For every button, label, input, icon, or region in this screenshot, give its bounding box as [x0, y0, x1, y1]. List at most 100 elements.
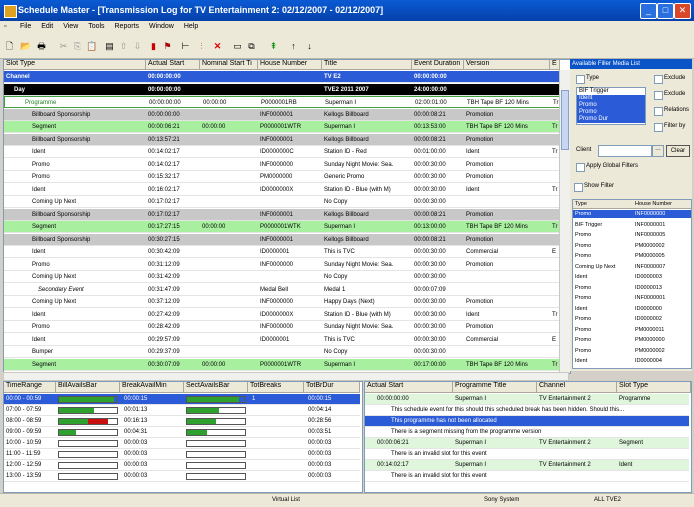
filler-row[interactable]: BIF Trigger INF0000001: [573, 221, 691, 229]
schedule-row[interactable]: Day 00:00:00:00 TVE2 2011 2007 24:00:00:00: [4, 83, 564, 96]
break-row[interactable]: 13:00 - 13:59 00:00:03 00:00:03: [4, 471, 360, 482]
arrow-down-icon[interactable]: ↓: [304, 41, 315, 52]
break-row[interactable]: 10:00 - 10:59 00:00:03 00:00:03: [4, 438, 360, 449]
cut-icon[interactable]: ✂: [58, 41, 69, 52]
break-col[interactable]: BillAvailsBar: [56, 382, 120, 393]
schedule-row[interactable]: Secondary Event 00:31:47:09 Medal Bell Meda…: [4, 284, 564, 296]
break-col[interactable]: TotBreaks: [248, 382, 304, 393]
schedule-row[interactable]: Ident 00:30:42:09 ID0000001 This is TVC 00:0…: [4, 246, 564, 258]
move-up-icon[interactable]: ⇧: [118, 41, 129, 52]
break-row[interactable]: 08:00 - 08:59 00:16:13 00:28:56: [4, 416, 360, 427]
break-col[interactable]: BreakAvailMin: [120, 382, 184, 393]
col-actual-start[interactable]: Actual Start: [146, 60, 200, 70]
menu-edit[interactable]: Edit: [37, 21, 57, 32]
schedule-row[interactable]: Bumper 00:29:37:09 No Copy 00:00:30:00: [4, 346, 564, 358]
validation-col[interactable]: Slot Type: [617, 382, 691, 393]
menu-window[interactable]: Window: [145, 21, 178, 32]
schedule-row[interactable]: Segment 00:30:07:09 00:00:00 P0000001WTR Sup…: [4, 358, 564, 371]
validation-row[interactable]: 00:00:00:00 Superman I TV Entertainment 2 P…: [365, 394, 689, 405]
col-title[interactable]: Title: [322, 60, 412, 70]
filler-row[interactable]: Ident ID0000003: [573, 273, 691, 281]
filler-row[interactable]: Promo PM0000002: [573, 242, 691, 250]
scroll-thumb[interactable]: [561, 90, 569, 150]
filler-col-house[interactable]: House Number: [633, 200, 691, 209]
break-col[interactable]: SectAvailsBar: [184, 382, 248, 393]
validation-row[interactable]: 00:00:06:21 Superman I TV Entertainment 2 S…: [365, 438, 689, 449]
validation-row[interactable]: There is an invalid slot for this event: [365, 449, 689, 460]
new-icon[interactable]: 🗋: [4, 41, 15, 52]
filler-row[interactable]: Promo INF0000005: [573, 231, 691, 239]
type-item[interactable]: BIF Trigger: [577, 88, 645, 95]
schedule-row[interactable]: Ident 00:27:42:09 ID0000000X Station ID - B…: [4, 309, 564, 321]
menu-help[interactable]: Help: [180, 21, 202, 32]
col-e[interactable]: E: [550, 60, 560, 70]
schedule-row[interactable]: Promo 00:15:32:17 PM0000000 Generic Promo 00…: [4, 171, 564, 183]
menu-reports[interactable]: Reports: [111, 21, 144, 32]
schedule-row[interactable]: Segment 00:00:06:21 00:00:00 P0000001WTR Sup…: [4, 121, 564, 133]
menu-view[interactable]: View: [59, 21, 82, 32]
type-item[interactable]: Ident: [577, 95, 645, 102]
type-item[interactable]: Promo Dur: [577, 116, 645, 123]
menu-tools[interactable]: Tools: [84, 21, 108, 32]
grid-vertical-scrollbar[interactable]: [559, 70, 570, 373]
filler-row[interactable]: Promo PM0000002: [573, 347, 691, 355]
schedule-row[interactable]: Ident 00:14:02:17 ID0000000C Station ID - R…: [4, 146, 564, 158]
client-lookup-button[interactable]: …: [652, 145, 664, 157]
filler-row[interactable]: Promo INF0000001: [573, 294, 691, 302]
schedule-row[interactable]: Billboard Sponsorship 00:13:57:21 INF00000…: [4, 133, 564, 146]
type-item[interactable]: Promo: [577, 102, 645, 109]
schedule-row[interactable]: Billboard Sponsorship 00:17:02:17 INF00000…: [4, 208, 564, 221]
show-filter-checkbox[interactable]: [574, 183, 583, 192]
validation-row[interactable]: This programme has not been allocated: [365, 416, 689, 427]
filler-row[interactable]: Promo ID0000013: [573, 284, 691, 292]
filler-row[interactable]: Ident ID0000004: [573, 357, 691, 365]
filter-icon[interactable]: ⫶: [196, 41, 207, 52]
print-icon[interactable]: 🖶: [36, 41, 47, 52]
minimize-button[interactable]: _: [640, 3, 657, 19]
col-event-duration[interactable]: Event Duration: [412, 60, 464, 70]
bookmark-icon[interactable]: ▮: [148, 41, 159, 52]
validation-row[interactable]: 00:14:02:17 Superman I TV Entertainment 2 I…: [365, 460, 689, 471]
break-col[interactable]: TimeRange: [4, 382, 56, 393]
schedule-row[interactable]: Channel 00:00:00:00 TV E2 00:00:00:00: [4, 71, 564, 83]
type-item[interactable]: Promo: [577, 109, 645, 116]
break-row[interactable]: 09:00 - 09:59 00:04:31 00:03:51: [4, 427, 360, 438]
insert-icon[interactable]: ▤: [104, 41, 115, 52]
close-button[interactable]: ✕: [674, 3, 691, 19]
validation-col[interactable]: Actual Start: [365, 382, 453, 393]
validation-row[interactable]: There is a segment missing from the prog…: [365, 427, 689, 438]
tile-icon[interactable]: ⧉: [246, 41, 257, 52]
filler-col-type[interactable]: Type: [573, 200, 633, 209]
schedule-row[interactable]: Billboard Sponsorship 00:30:27:15 INF00000…: [4, 233, 564, 246]
filler-row[interactable]: Promo ID0000002: [573, 315, 691, 323]
break-row[interactable]: 11:00 - 11:59 00:00:03 00:00:03: [4, 449, 360, 460]
schedule-row[interactable]: Coming Up Next 00:31:42:09 No Copy 00:00:30…: [4, 271, 564, 283]
grid-horizontal-scrollbar[interactable]: [3, 372, 569, 381]
schedule-row[interactable]: Segment 00:17:27:15 00:00:00 P0000001WTK Sup…: [4, 221, 564, 233]
schedule-row[interactable]: Promo 00:31:12:09 INF0000000 Sunday Night M…: [4, 259, 564, 271]
filler-row[interactable]: Promo INF0000000: [573, 210, 691, 218]
schedule-row[interactable]: Ident 00:16:02:17 ID0000000X Station ID - B…: [4, 184, 564, 196]
pin-icon[interactable]: ⇞: [268, 41, 279, 52]
filler-row[interactable]: Promo PM0000000: [573, 336, 691, 344]
clear-button[interactable]: Clear: [666, 145, 690, 157]
schedule-row[interactable]: Programme 00:00:00:00 00:00:00 P0000001RB Su…: [4, 96, 564, 108]
move-down-icon[interactable]: ⇩: [132, 41, 143, 52]
schedule-row[interactable]: Coming Up Next 00:17:02:17 No Copy 00:00:30…: [4, 196, 564, 208]
schedule-row[interactable]: Promo 00:28:42:09 INF0000000 Sunday Night M…: [4, 321, 564, 333]
filler-row[interactable]: Promo PM0000005: [573, 252, 691, 260]
type-checkbox[interactable]: [576, 75, 585, 84]
open-icon[interactable]: 📂: [20, 41, 31, 52]
type-listbox[interactable]: BIF Trigger Ident Promo Promo Promo Dur: [576, 87, 646, 125]
flag-icon[interactable]: ⚑: [162, 41, 173, 52]
schedule-row[interactable]: Coming Up Next 00:37:12:09 INF0000000 Happy…: [4, 296, 564, 308]
validation-row[interactable]: There is an invalid slot for this event: [365, 471, 689, 482]
schedule-row[interactable]: Billboard Sponsorship 00:00:00:00 INF00000…: [4, 108, 564, 121]
tree-icon[interactable]: ⊢: [180, 41, 191, 52]
filler-row[interactable]: Ident ID0000000: [573, 305, 691, 313]
schedule-row[interactable]: Ident 00:29:57:09 ID0000001 This is TVC 00:0…: [4, 334, 564, 346]
validation-grid[interactable]: Actual Start Programme Title Channel Slot T…: [364, 381, 692, 493]
validation-col[interactable]: Channel: [537, 382, 617, 393]
filter-by-checkbox[interactable]: [654, 123, 663, 132]
validation-row[interactable]: This schedule event for this should this…: [365, 405, 689, 416]
